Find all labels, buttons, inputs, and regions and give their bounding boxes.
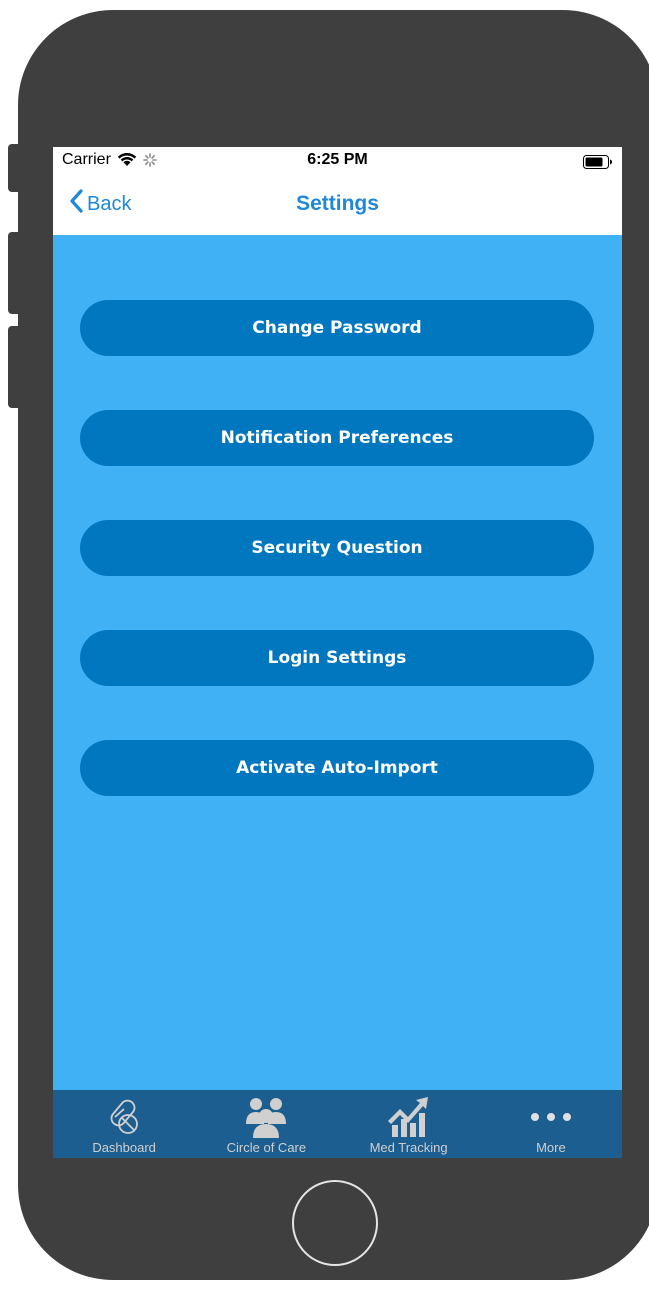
tab-med-tracking-label: Med Tracking bbox=[369, 1140, 448, 1155]
tab-bar: Dashboard Circle of Care Med Tracking Mo… bbox=[53, 1090, 622, 1158]
settings-menu: Change Password Notification Preferences… bbox=[80, 300, 594, 850]
app-screen: Carrier 6:25 PM Back Settings Change Pas… bbox=[53, 147, 622, 1158]
people-icon bbox=[242, 1094, 290, 1140]
tab-dashboard[interactable]: Dashboard bbox=[53, 1090, 195, 1158]
tab-med-tracking[interactable]: Med Tracking bbox=[338, 1090, 480, 1158]
pills-icon bbox=[102, 1094, 146, 1140]
more-dots-icon bbox=[528, 1094, 574, 1140]
login-settings-button[interactable]: Login Settings bbox=[80, 630, 594, 686]
battery-icon bbox=[583, 155, 613, 174]
tab-more-label: More bbox=[536, 1140, 566, 1155]
tab-circle-of-care-label: Circle of Care bbox=[226, 1140, 307, 1155]
notification-preferences-button[interactable]: Notification Preferences bbox=[80, 410, 594, 466]
page-title: Settings bbox=[296, 192, 379, 215]
tab-more[interactable]: More bbox=[480, 1090, 622, 1158]
home-button[interactable] bbox=[292, 1180, 378, 1266]
status-bar: Carrier 6:25 PM bbox=[53, 147, 622, 175]
status-time: 6:25 PM bbox=[307, 151, 368, 168]
activate-auto-import-button[interactable]: Activate Auto-Import bbox=[80, 740, 594, 796]
tab-circle-of-care[interactable]: Circle of Care bbox=[195, 1090, 337, 1158]
change-password-button[interactable]: Change Password bbox=[80, 300, 594, 356]
tab-dashboard-label: Dashboard bbox=[92, 1140, 156, 1155]
navigation-bar: Back Settings bbox=[53, 175, 622, 235]
chart-trend-icon bbox=[386, 1094, 432, 1140]
security-question-button[interactable]: Security Question bbox=[80, 520, 594, 576]
